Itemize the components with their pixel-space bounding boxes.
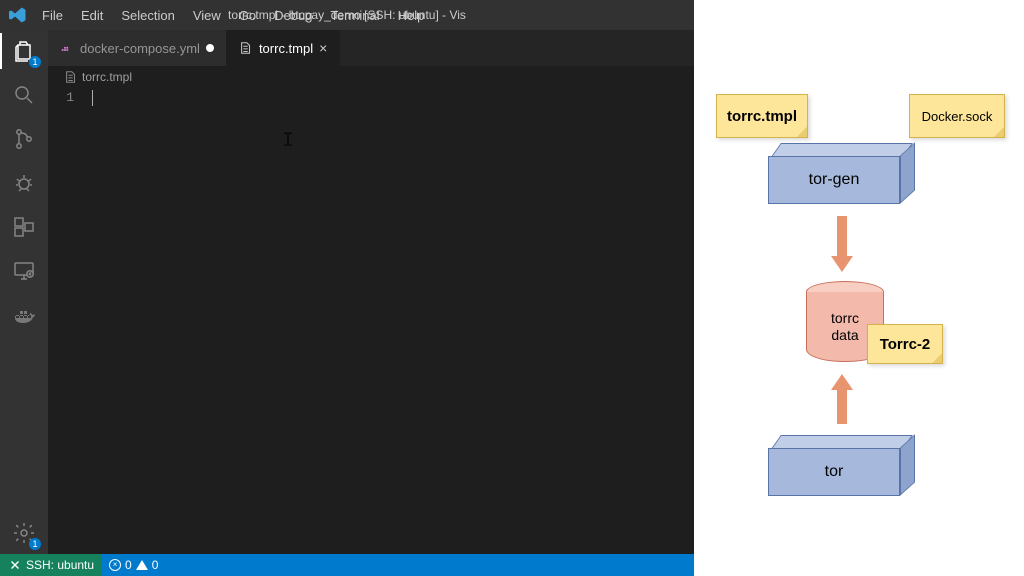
- menu-selection[interactable]: Selection: [113, 4, 182, 27]
- settings-gear-icon[interactable]: 1: [9, 518, 39, 548]
- arrow-down-icon: [837, 216, 847, 258]
- editor-area[interactable]: 1 I: [48, 88, 694, 554]
- breadcrumb-label: torrc.tmpl: [82, 70, 132, 84]
- settings-badge: 1: [29, 538, 41, 550]
- note-docker-sock: Docker.sock: [909, 94, 1005, 138]
- debug-icon[interactable]: [9, 168, 39, 198]
- source-control-icon[interactable]: [9, 124, 39, 154]
- tab-docker-compose[interactable]: docker-compose.yml: [48, 30, 227, 66]
- close-icon[interactable]: ×: [319, 40, 327, 56]
- text-cursor-icon: [92, 90, 93, 106]
- remote-icon: [8, 558, 22, 572]
- menu-edit[interactable]: Edit: [73, 4, 111, 27]
- tab-bar: docker-compose.yml torrc.tmpl ×: [48, 30, 694, 66]
- line-gutter: 1: [48, 88, 92, 554]
- status-remote-label: SSH: ubuntu: [26, 558, 94, 572]
- menu-file[interactable]: File: [34, 4, 71, 27]
- docker-file-icon: [60, 41, 74, 55]
- docker-icon[interactable]: [9, 300, 39, 330]
- dirty-indicator-icon: [206, 44, 214, 52]
- error-icon: ×: [109, 559, 121, 571]
- breadcrumb[interactable]: torrc.tmpl: [48, 66, 694, 88]
- ibeam-cursor-icon: I: [282, 130, 294, 153]
- remote-explorer-icon[interactable]: [9, 256, 39, 286]
- menu-view[interactable]: View: [185, 4, 229, 27]
- window-title: torrc.tmpl - btcpay_demo [SSH: ubuntu] -…: [228, 8, 466, 22]
- tab-label: docker-compose.yml: [80, 41, 200, 56]
- vscode-logo-icon: [8, 5, 28, 25]
- note-torrc-2: Torrc-2: [867, 324, 943, 364]
- activity-bar: 1: [0, 30, 48, 554]
- diagram-panel: torrc.tmpl Docker.sock tor-gen torrcdata…: [694, 0, 1024, 576]
- file-icon: [64, 70, 78, 84]
- note-torrc-tmpl: torrc.tmpl: [716, 94, 808, 138]
- code-area[interactable]: I: [92, 88, 694, 554]
- warning-icon: [136, 560, 148, 570]
- titlebar: File Edit Selection View Go Debug Termin…: [0, 0, 694, 30]
- status-bar: SSH: ubuntu × 0 0: [0, 554, 694, 576]
- status-errors-count: 0: [125, 558, 132, 572]
- file-icon: [239, 41, 253, 55]
- box-tor: tor: [768, 448, 900, 496]
- search-icon[interactable]: [9, 80, 39, 110]
- box-tor-gen: tor-gen: [768, 156, 900, 204]
- tab-torrc-tmpl[interactable]: torrc.tmpl ×: [227, 30, 340, 66]
- explorer-icon[interactable]: 1: [9, 36, 39, 66]
- status-remote[interactable]: SSH: ubuntu: [0, 554, 102, 576]
- status-warnings-count: 0: [152, 558, 159, 572]
- arrow-up-icon: [837, 388, 847, 424]
- status-problems[interactable]: × 0 0: [102, 554, 165, 576]
- explorer-badge: 1: [29, 56, 41, 68]
- extensions-icon[interactable]: [9, 212, 39, 242]
- tab-label: torrc.tmpl: [259, 41, 313, 56]
